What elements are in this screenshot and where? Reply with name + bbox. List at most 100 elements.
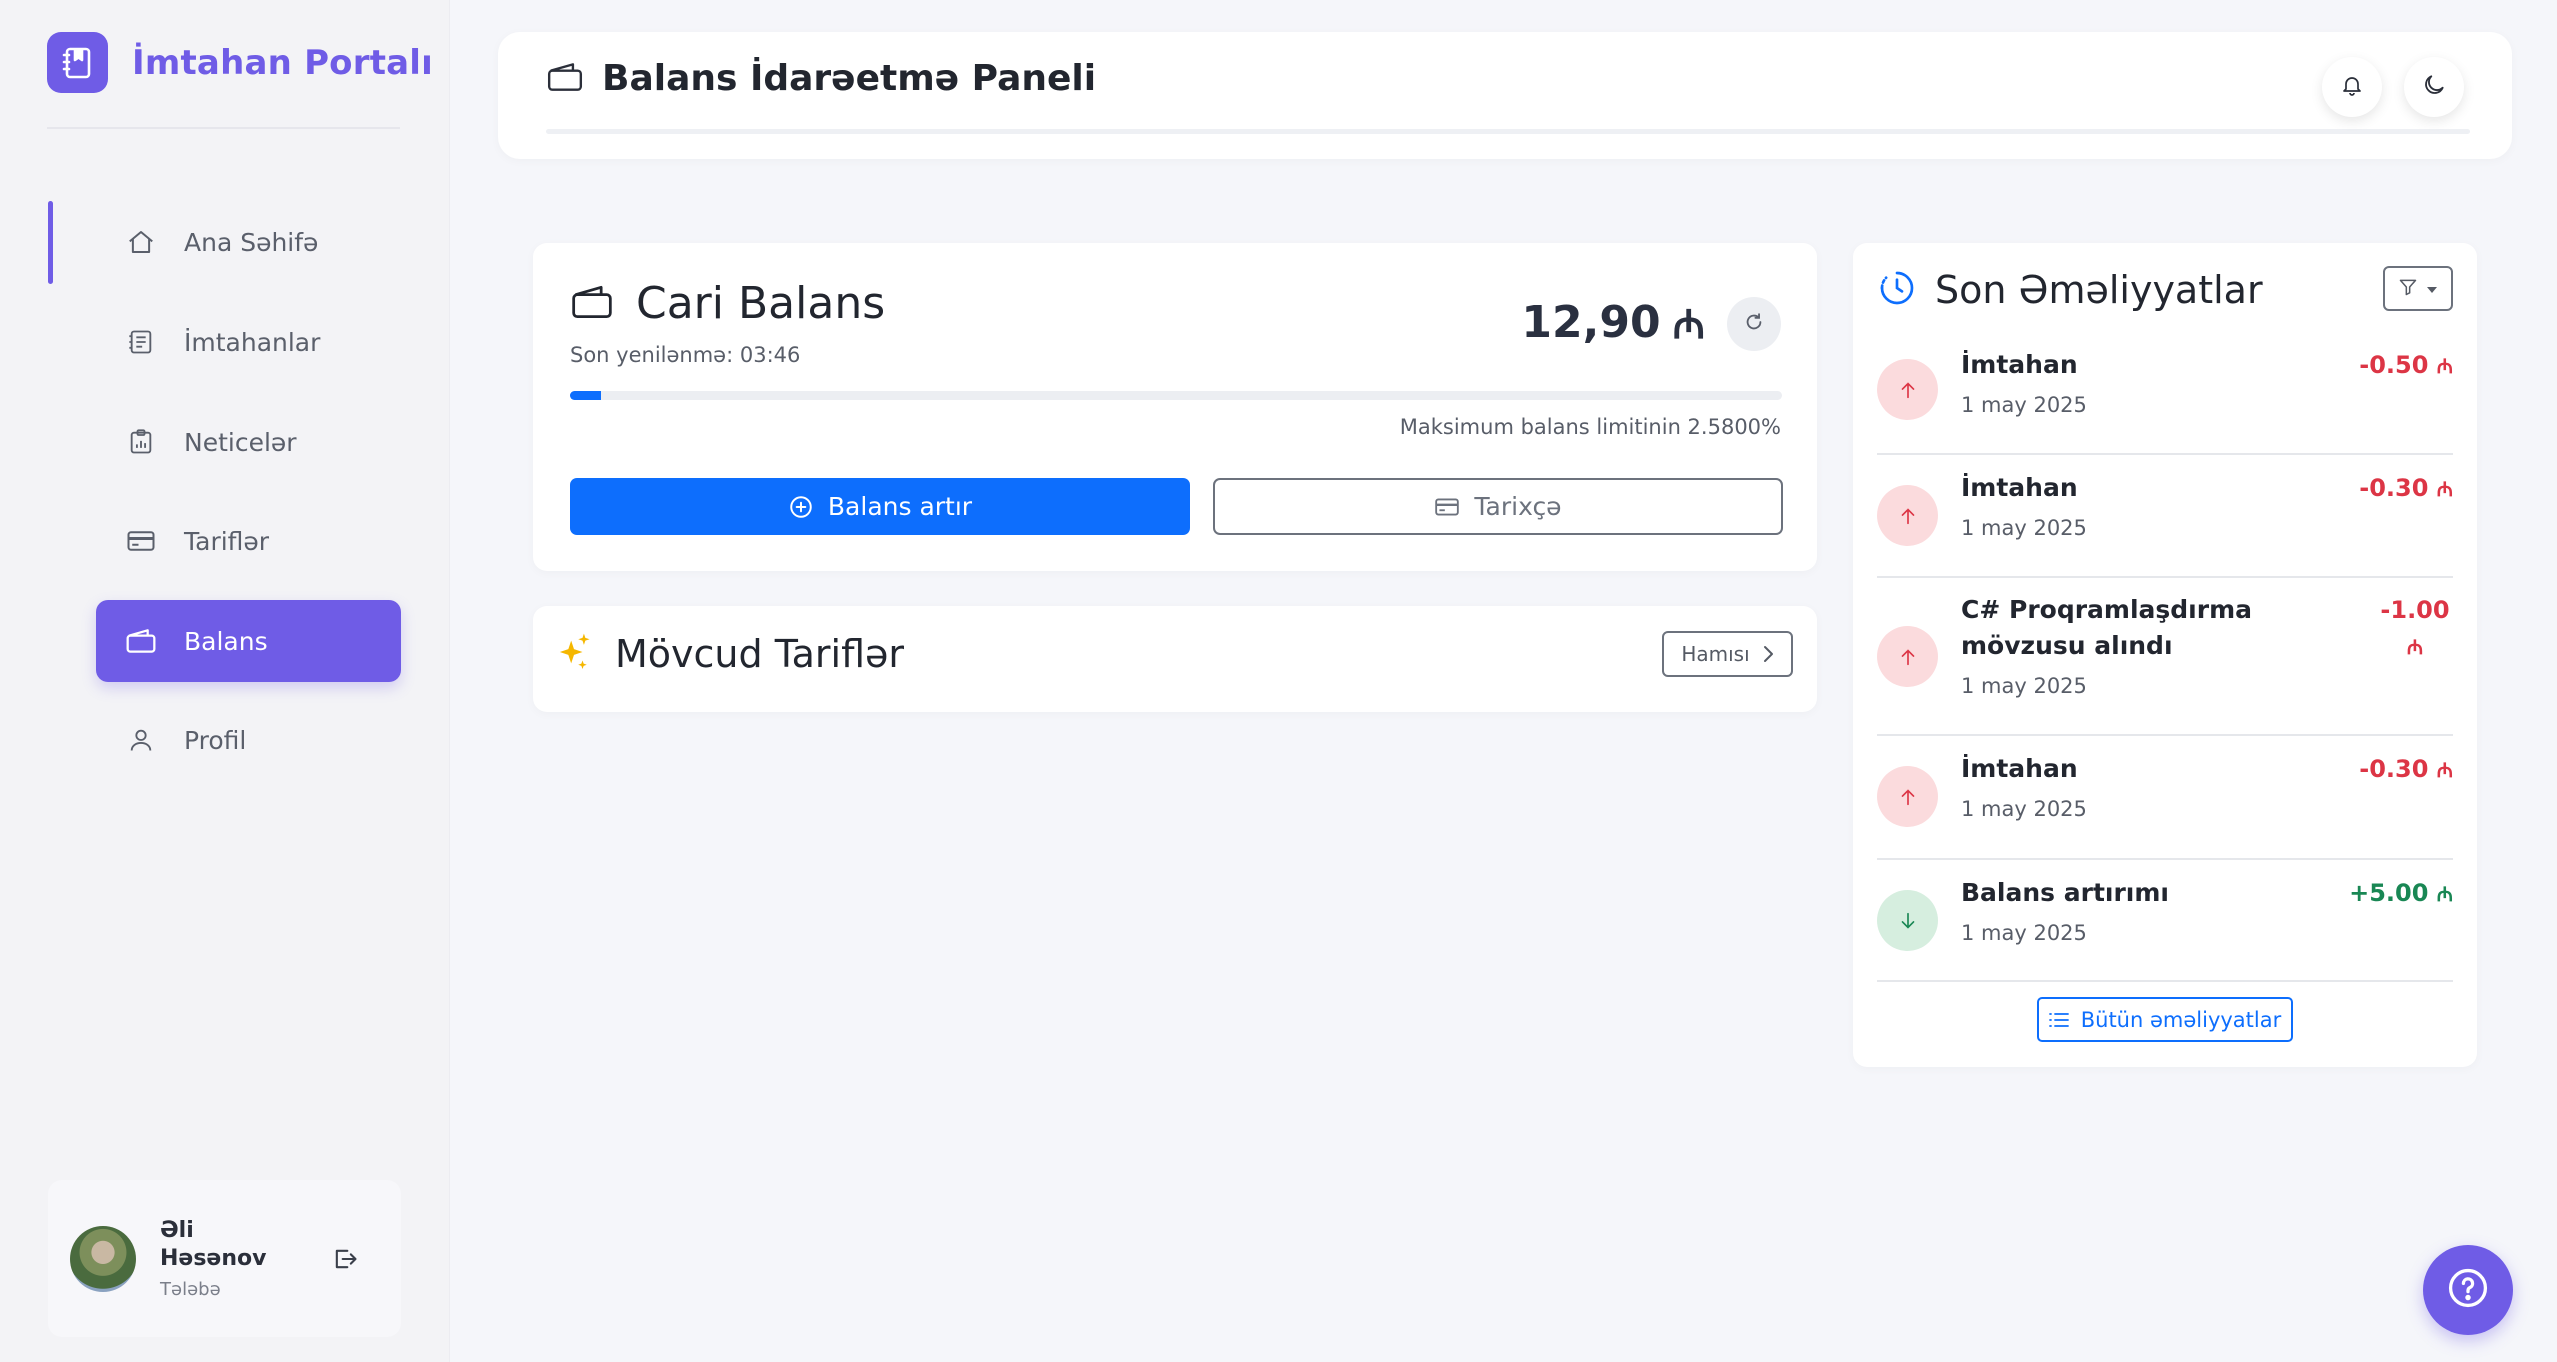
transaction-amount: +5.00 ₼ bbox=[2349, 879, 2453, 907]
all-transactions-button[interactable]: Bütün əməliyyatlar bbox=[2037, 997, 2293, 1042]
clipboard-chart-icon bbox=[124, 425, 158, 459]
user-card: Əli Həsənov Tələbə bbox=[48, 1180, 401, 1337]
all-transactions-label: Bütün əməliyyatlar bbox=[2080, 1007, 2282, 1032]
arrow-up-icon bbox=[1877, 626, 1938, 687]
notifications-button[interactable] bbox=[2322, 57, 2382, 117]
sidebar-item-results[interactable]: Neticelər bbox=[96, 401, 401, 483]
sidebar-divider bbox=[47, 127, 400, 129]
transaction-date: 1 may 2025 bbox=[1961, 393, 2087, 417]
progress-fill bbox=[570, 391, 602, 400]
help-button[interactable] bbox=[2423, 1245, 2513, 1335]
sidebar-item-label: Balans bbox=[184, 626, 268, 656]
balance-limit-progress bbox=[570, 391, 1782, 400]
bell-icon bbox=[2340, 72, 2364, 102]
all-tariffs-label: Hamısı bbox=[1681, 642, 1750, 666]
transaction-row[interactable]: İmtahan 1 may 2025 -0.30 ₼ bbox=[1877, 736, 2453, 860]
list-icon bbox=[2048, 1011, 2069, 1029]
filter-icon bbox=[2398, 277, 2418, 301]
history-button[interactable]: Tarixçə bbox=[1213, 478, 1783, 535]
sidebar-item-label: Tariflər bbox=[184, 526, 270, 556]
sidebar-item-tariffs[interactable]: Tariflər bbox=[96, 500, 401, 582]
filter-dropdown-button[interactable] bbox=[2383, 266, 2453, 311]
refresh-icon bbox=[1743, 311, 1765, 337]
logout-icon[interactable] bbox=[330, 1244, 360, 1274]
brand[interactable]: İmtahan Portalı bbox=[47, 32, 433, 93]
balance-limit-text: Maksimum balans limitinin 2.5800% bbox=[1399, 415, 1781, 439]
sparkles-icon bbox=[557, 632, 591, 676]
transaction-date: 1 may 2025 bbox=[1961, 921, 2087, 945]
notebook-icon bbox=[47, 32, 108, 93]
arrow-up-icon bbox=[1877, 766, 1938, 827]
transaction-title: İmtahan bbox=[1961, 473, 2078, 502]
transaction-date: 1 may 2025 bbox=[1961, 516, 2087, 540]
transactions-title: Son Əməliyyatlar bbox=[1877, 268, 2263, 312]
chevron-right-icon bbox=[1762, 645, 1774, 663]
wallet-icon bbox=[124, 624, 158, 658]
user-icon bbox=[124, 723, 158, 757]
credit-card-icon bbox=[1434, 496, 1460, 518]
plus-circle-icon bbox=[788, 494, 814, 520]
sidebar-item-label: Profil bbox=[184, 725, 247, 755]
sidebar-item-home[interactable]: Ana Səhifə bbox=[96, 201, 401, 283]
wallet-icon bbox=[570, 283, 614, 325]
arrow-up-icon bbox=[1877, 359, 1938, 420]
nav-active-indicator bbox=[48, 201, 53, 284]
tariffs-title: Mövcud Tariflər bbox=[557, 632, 904, 676]
history-label: Tarixçə bbox=[1474, 492, 1562, 521]
all-tariffs-button[interactable]: Hamısı bbox=[1662, 631, 1793, 677]
sidebar-item-label: Neticelər bbox=[184, 427, 297, 457]
wallet-icon bbox=[546, 60, 584, 98]
transaction-amount: -1.00 ₼ bbox=[2380, 596, 2450, 659]
transaction-amount: -0.30 ₼ bbox=[2359, 755, 2453, 783]
add-balance-label: Balans artır bbox=[827, 492, 973, 521]
balance-card-title: Cari Balans bbox=[570, 278, 885, 329]
home-icon bbox=[124, 225, 158, 259]
transaction-title: C# Proqramlaşdırma mövzusu alındı bbox=[1961, 595, 2253, 660]
page-title-text: Balans İdarəetmə Paneli bbox=[602, 58, 1097, 99]
transaction-title: Balans artırımı bbox=[1961, 878, 2169, 907]
transaction-row[interactable]: C# Proqramlaşdırma mövzusu alındı 1 may … bbox=[1877, 578, 2453, 736]
user-name: Əli Həsənov bbox=[160, 1218, 267, 1271]
user-role: Tələbə bbox=[160, 1279, 221, 1300]
tariffs-title-text: Mövcud Tariflər bbox=[615, 632, 905, 676]
document-icon bbox=[124, 325, 158, 359]
refresh-button[interactable] bbox=[1727, 297, 1781, 351]
caret-down-icon bbox=[2426, 279, 2438, 298]
current-balance-card: Cari Balans Son yenilənmə: 03:46 12,90 ₼… bbox=[533, 243, 1817, 571]
last-updated-text: Son yenilənmə: 03:46 bbox=[570, 343, 801, 367]
available-tariffs-card: Mövcud Tariflər Hamısı bbox=[533, 606, 1817, 712]
transaction-row[interactable]: Balans artırımı 1 may 2025 +5.00 ₼ bbox=[1877, 860, 2453, 982]
arrow-up-icon bbox=[1877, 485, 1938, 546]
moon-icon bbox=[2421, 72, 2447, 102]
page-header: Balans İdarəetmə Paneli bbox=[498, 32, 2512, 159]
question-circle-icon bbox=[2446, 1266, 2490, 1314]
transactions-title-text: Son Əməliyyatlar bbox=[1935, 268, 2263, 312]
transaction-title: İmtahan bbox=[1961, 754, 2078, 783]
arrow-down-icon bbox=[1877, 890, 1938, 951]
balance-value: 12,90 bbox=[1521, 297, 1661, 348]
add-balance-button[interactable]: Balans artır bbox=[570, 478, 1190, 535]
transaction-date: 1 may 2025 bbox=[1961, 674, 2087, 698]
user-info: Əli Həsənov Tələbə bbox=[160, 1217, 290, 1300]
transaction-date: 1 may 2025 bbox=[1961, 797, 2087, 821]
theme-toggle-button[interactable] bbox=[2404, 57, 2464, 117]
page-title: Balans İdarəetmə Paneli bbox=[546, 58, 1096, 99]
sidebar-item-exams[interactable]: İmtahanlar bbox=[96, 301, 401, 383]
transaction-amount: -0.30 ₼ bbox=[2359, 474, 2453, 502]
credit-card-icon bbox=[124, 524, 158, 558]
transaction-title: İmtahan bbox=[1961, 350, 2078, 379]
clock-icon bbox=[1877, 268, 1917, 312]
balance-card-title-text: Cari Balans bbox=[636, 278, 886, 329]
sidebar-item-balance[interactable]: Balans bbox=[96, 600, 401, 682]
header-divider bbox=[546, 129, 2470, 134]
sidebar: İmtahan Portalı Ana Səhifə İmtahanlar Ne… bbox=[0, 0, 450, 1362]
recent-transactions-card: Son Əməliyyatlar İmtahan 1 may 2025 -0.5… bbox=[1853, 243, 2477, 1067]
currency-symbol: ₼ bbox=[1672, 302, 1705, 348]
transaction-row[interactable]: İmtahan 1 may 2025 -0.30 ₼ bbox=[1877, 455, 2453, 578]
avatar bbox=[70, 1225, 136, 1292]
sidebar-item-label: İmtahanlar bbox=[184, 327, 321, 357]
sidebar-item-profile[interactable]: Profil bbox=[96, 699, 401, 781]
transaction-row[interactable]: İmtahan 1 may 2025 -0.50 ₼ bbox=[1877, 331, 2453, 455]
transaction-amount: -0.50 ₼ bbox=[2359, 351, 2453, 379]
sidebar-item-label: Ana Səhifə bbox=[184, 227, 319, 257]
